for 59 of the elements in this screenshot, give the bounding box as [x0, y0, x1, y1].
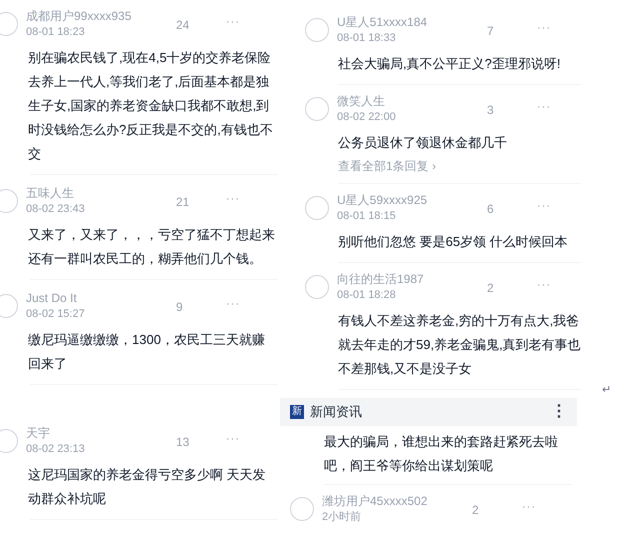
user-name: 天宇: [26, 425, 51, 441]
like-count: 2: [472, 502, 480, 519]
comment-text: 社会大骗局,真不公平正义?歪理邪说呀!: [338, 55, 562, 73]
comment-text: 最大的骗局，谁想出来的套路赶紧死去啦吧，阎王爷等你给出谋划策呢: [324, 433, 559, 475]
news-badge: 新: [290, 405, 304, 419]
comment-time: 08-02 22:00: [337, 110, 397, 125]
comment-text: 这尼玛国家的养老金得亏空多少啊 天天发动群众补坑呢: [28, 466, 267, 508]
like-count: 2: [487, 280, 495, 297]
more-button[interactable]: ···: [537, 99, 551, 116]
comment-time: 08-02 15:27: [26, 307, 86, 322]
user-name: 成都用户99xxxx935: [26, 8, 132, 24]
like-count: 21: [176, 194, 190, 211]
like-count: 9: [176, 299, 184, 316]
like-count: 7: [487, 23, 495, 40]
more-button[interactable]: ···: [226, 14, 240, 30]
return-mark: ↵: [602, 384, 611, 396]
avatar-icon: [305, 275, 329, 299]
more-button[interactable]: ···: [537, 277, 551, 294]
avatar-icon: [0, 429, 18, 453]
comment-text: 有钱人不差这养老金,穷的十万有点大,我爸就去年走的才59,养老金骗鬼,真到老有事也不差那钱,又不是没子女: [338, 312, 582, 378]
more-button[interactable]: ···: [537, 198, 551, 214]
comment-text: 又来了，又来了，，，亏空了猛不丁想起来还有一群叫农民工的，糊弄他们几个钱。: [28, 226, 276, 268]
avatar-icon: [305, 97, 329, 121]
avatar-icon: [305, 18, 329, 42]
comment-time: 08-01 18:33: [337, 31, 397, 46]
news-title: 新闻资讯: [310, 403, 363, 422]
avatar-icon: [290, 497, 314, 521]
more-button[interactable]: ···: [522, 499, 536, 516]
replies-link[interactable]: 查看全部1条回复 ›: [338, 157, 641, 175]
comment-time: 2小时前: [322, 510, 362, 525]
user-name: 向往的生活1987: [337, 271, 425, 287]
comment-time: 08-02 23:43: [26, 202, 86, 217]
user-name: 潍坊用户45xxxx502: [322, 493, 428, 509]
avatar-icon: [0, 189, 18, 213]
comment-time: 08-01 18:28: [337, 288, 397, 303]
comment-time: 08-01 18:23: [26, 25, 86, 40]
user-name: 五味人生: [26, 185, 75, 201]
comment-time: 08-01 18:15: [337, 209, 397, 224]
avatar-icon: [305, 196, 329, 220]
comment-text: 缴尼玛逼缴缴缴，1300，农民工三天就赚回来了: [28, 331, 266, 373]
user-name: Just Do It: [26, 290, 78, 306]
like-count: 3: [487, 102, 495, 119]
like-count: 13: [176, 434, 190, 451]
more-button[interactable]: ···: [226, 296, 240, 312]
like-count: 6: [487, 201, 495, 218]
user-name: U星人51xxxx184: [337, 14, 428, 30]
comment-time: 08-02 23:13: [26, 442, 86, 457]
user-name: 微笑人生: [337, 93, 386, 109]
avatar-icon: [0, 12, 18, 36]
menu-button[interactable]: ⋮: [551, 400, 567, 424]
comment-text: 别听他们忽悠 要是65岁领 什么时候回本: [338, 233, 569, 251]
comment-text: 别在骗农民钱了,现在4,5十岁的交养老保险去养上一代人,等我们老了,后面基本都是独生子女,国家的养老资金缺口我都不敢想,到时没钱给怎么办?反正我是不交的,有钱也不交: [28, 49, 274, 163]
comment-text: 公务员退休了领退休金都几千: [338, 134, 508, 152]
avatar-icon: [0, 294, 18, 318]
more-button[interactable]: ···: [226, 191, 240, 208]
more-button[interactable]: ···: [226, 431, 240, 448]
user-name: U星人59xxxx925: [337, 192, 428, 208]
more-button[interactable]: ···: [537, 20, 551, 36]
like-count: 24: [176, 17, 190, 34]
